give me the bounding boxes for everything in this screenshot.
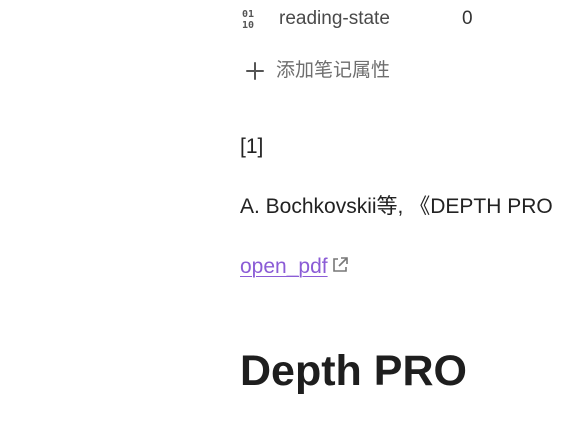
page-heading: Depth PRO (240, 347, 467, 395)
property-row-reading-state[interactable]: 01 10 reading-state 0 (240, 6, 473, 32)
add-note-property-label: 添加笔记属性 (276, 60, 391, 81)
property-value[interactable]: 0 (462, 8, 473, 30)
add-note-property-button[interactable]: 添加笔记属性 (244, 58, 390, 84)
reference-number: [1] (240, 135, 264, 158)
reference-citation: A. Bochkovskii等, 《DEPTH PRO (240, 195, 553, 218)
svg-text:10: 10 (242, 20, 254, 30)
open-pdf-link-row: open_pdf (240, 254, 350, 280)
external-link-icon (330, 255, 350, 275)
open-pdf-link[interactable]: open_pdf (240, 254, 328, 280)
plus-icon (244, 60, 266, 82)
svg-text:01: 01 (242, 9, 254, 20)
binary-number-icon: 01 10 (240, 6, 266, 32)
property-key[interactable]: reading-state (279, 8, 390, 30)
